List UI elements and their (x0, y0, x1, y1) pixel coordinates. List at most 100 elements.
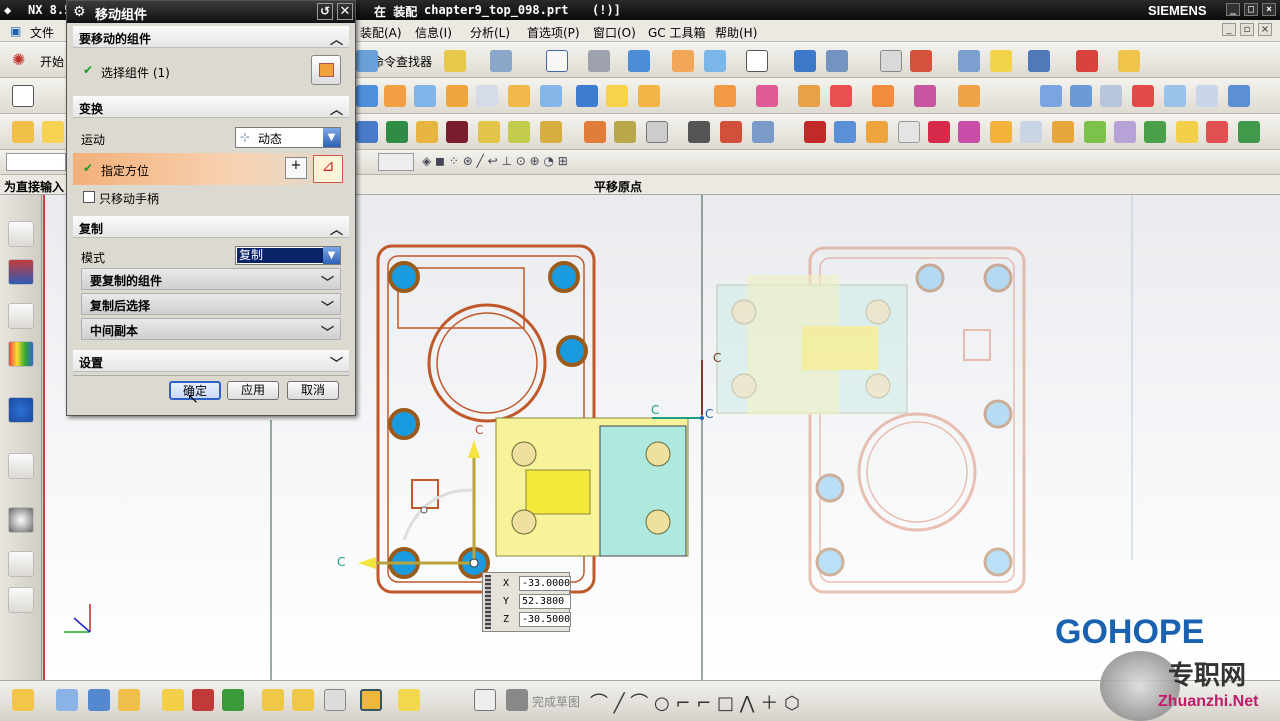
x-field[interactable] (519, 576, 571, 591)
motion-select[interactable]: ⊹ 动态 ▼ (235, 127, 341, 148)
y-field[interactable] (519, 594, 571, 609)
assembly-constraints-icon[interactable] (262, 689, 284, 711)
section-transform[interactable]: 变换 ︿ (73, 96, 349, 118)
solid-block-icon[interactable] (804, 121, 826, 143)
subsection-intermediate-copies[interactable]: 中间副本 ﹀ (81, 318, 341, 341)
explode-view-icon[interactable] (360, 689, 382, 711)
mate-icon[interactable] (414, 85, 436, 107)
snap-point-icons[interactable]: ◈ ◼ ⁘ ⊛ ╱ ↩ ⊥ ⊙ ⊕ ◔ ⊞ (422, 154, 568, 168)
section-settings[interactable]: 设置 ﹀ (73, 350, 349, 372)
component-tool-icon[interactable] (56, 689, 78, 711)
menu-file[interactable]: 文件 (30, 24, 54, 41)
menu-gc-toolbox[interactable]: GC 工具箱 (648, 24, 706, 41)
system-materials-icon[interactable] (8, 551, 34, 577)
extend-icon[interactable] (1196, 85, 1218, 107)
maximize-button[interactable]: □ (1244, 3, 1258, 16)
select-component-row[interactable]: ✔ 选择组件 (1) (77, 51, 345, 91)
chamfer-icon[interactable] (958, 121, 980, 143)
add-component-icon[interactable] (384, 85, 406, 107)
menu-assembly[interactable]: 装配(A) (360, 24, 402, 41)
fit-view-icon[interactable] (546, 50, 568, 72)
unite-icon[interactable] (834, 121, 856, 143)
snap-icon[interactable] (910, 50, 932, 72)
close-icon[interactable]: ✕ (337, 3, 353, 20)
mesh-icon[interactable] (1070, 85, 1092, 107)
block-icon[interactable] (646, 121, 668, 143)
groove-icon[interactable] (584, 121, 606, 143)
new-file-icon[interactable] (12, 85, 34, 107)
section-components[interactable]: 要移动的组件 ︿ (73, 26, 349, 48)
sew-icon[interactable] (1228, 85, 1250, 107)
help-browser-icon[interactable] (8, 397, 34, 423)
pad-icon[interactable] (508, 121, 530, 143)
info-tool-icon[interactable] (490, 50, 512, 72)
arrangement-icon[interactable] (1028, 50, 1050, 72)
thread-icon[interactable] (1052, 121, 1074, 143)
add-existing-icon[interactable] (88, 689, 110, 711)
ruler-icon[interactable] (1118, 50, 1140, 72)
constraint-navigator-icon[interactable] (8, 259, 34, 285)
mirror-assembly-icon[interactable] (192, 689, 214, 711)
specify-orientation-row[interactable]: ✔ 指定方位 + ⊿ (73, 153, 349, 185)
slot-icon[interactable] (540, 121, 562, 143)
cancel-button[interactable]: 取消 (287, 381, 339, 400)
menu-preferences[interactable]: 首选项(P) (527, 24, 580, 41)
clock-icon[interactable] (8, 507, 34, 533)
insert-icon[interactable] (958, 85, 980, 107)
wcs-icon[interactable] (704, 50, 726, 72)
split-icon[interactable] (798, 85, 820, 107)
remember-constraints-icon[interactable] (324, 689, 346, 711)
rib-icon[interactable] (1084, 121, 1106, 143)
document-icon[interactable] (752, 121, 774, 143)
chevron-down-icon[interactable]: ▼ (323, 128, 340, 147)
chevron-down-icon[interactable]: ▼ (323, 247, 340, 264)
selection-scope-icon[interactable] (378, 153, 414, 171)
sketch-icon[interactable] (42, 121, 64, 143)
constraint-icon[interactable] (880, 50, 902, 72)
part-navigator-icon[interactable] (8, 303, 34, 329)
select-component-icon[interactable] (311, 55, 341, 85)
view-eye-icon[interactable] (688, 121, 710, 143)
assembly-tool-icon[interactable] (12, 689, 34, 711)
dialog-title-bar[interactable]: ⚙ 移动组件 ↺ ✕ (67, 1, 355, 23)
hole-icon[interactable] (416, 121, 438, 143)
emboss-icon[interactable] (1114, 121, 1136, 143)
subsection-copy-components[interactable]: 要复制的组件 ﹀ (81, 268, 341, 291)
assembly-nav-icon[interactable] (794, 50, 816, 72)
point-dialog-icon[interactable]: + (285, 157, 307, 179)
gear-icon[interactable]: ⚙ (73, 4, 86, 20)
select-tool-icon[interactable] (444, 50, 466, 72)
car-icon[interactable] (1100, 85, 1122, 107)
highlight-icon[interactable] (990, 50, 1012, 72)
trim-icon[interactable] (1132, 85, 1154, 107)
drag-grip[interactable] (485, 575, 491, 629)
history-icon[interactable] (8, 453, 34, 479)
section-copy[interactable]: 复制 ︿ (73, 216, 349, 238)
core-icon[interactable] (872, 85, 894, 107)
wave-icon[interactable] (958, 50, 980, 72)
menu-analysis[interactable]: 分析(L) (470, 24, 510, 41)
cylinder-icon[interactable] (720, 121, 742, 143)
apply-button[interactable]: 应用 (227, 381, 279, 400)
doc-restore-button[interactable]: ▫ (1240, 23, 1254, 36)
sequence-icon[interactable] (576, 85, 598, 107)
draft-icon[interactable] (1020, 121, 1042, 143)
measure-icon[interactable] (1076, 50, 1098, 72)
shell-icon[interactable] (990, 121, 1012, 143)
finish-sketch-icon[interactable] (506, 689, 528, 711)
mold-icon[interactable] (714, 85, 736, 107)
menu-info[interactable]: 信息(I) (415, 24, 452, 41)
blend-icon[interactable] (928, 121, 950, 143)
menu-help[interactable]: 帮助(H) (715, 24, 757, 41)
doc-close-button[interactable]: × (1258, 23, 1272, 36)
parting-icon[interactable] (830, 85, 852, 107)
filter-combo[interactable] (6, 153, 66, 171)
extrude-icon[interactable] (356, 121, 378, 143)
wave-link-icon[interactable] (398, 689, 420, 711)
finish-sketch-label[interactable]: 完成草图 (532, 693, 580, 710)
only-move-handle-checkbox[interactable] (83, 191, 95, 203)
sketch-curve-icons[interactable]: ⌒ ╱ ⌒ ○ ⌐ ⌐ □ ⋀ ＋ ⬡ (590, 689, 800, 715)
new-component-icon[interactable] (118, 689, 140, 711)
move-icon[interactable] (826, 50, 848, 72)
show-dof-icon[interactable] (292, 689, 314, 711)
